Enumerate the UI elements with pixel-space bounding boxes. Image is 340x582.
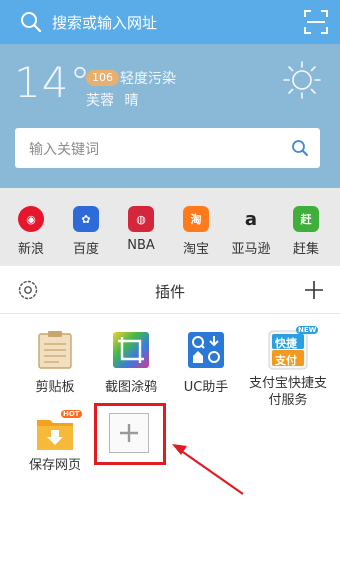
sina-icon: ◉	[18, 206, 44, 232]
plugin-name: 截图涂鸦	[104, 380, 157, 395]
new-badge: NEW	[296, 326, 319, 334]
plugin-name: UC助手	[183, 380, 229, 395]
search-icon[interactable]	[291, 139, 309, 157]
hot-badge: HOT	[61, 410, 82, 418]
site-nba[interactable]: ◍ NBA	[117, 206, 165, 253]
amazon-icon: a	[244, 208, 258, 230]
site-ganji[interactable]: 赶 赶集	[282, 206, 330, 257]
keyword-placeholder: 输入关键词	[29, 142, 99, 158]
plugin-screenshot[interactable]: 截图涂鸦	[88, 330, 174, 396]
alipay-icon-text: 快捷	[275, 337, 297, 350]
plugin-name: 保存网页	[28, 458, 81, 473]
clipboard-icon	[38, 331, 72, 369]
city-weather: 芙蓉 晴	[86, 90, 138, 110]
ganji-icon: 赶	[293, 206, 319, 232]
plugins-panel-header: 插件	[0, 266, 340, 314]
plugin-clipboard[interactable]: 剪贴板	[12, 330, 98, 396]
top-search-bar[interactable]: 搜索或输入网址	[0, 0, 340, 44]
baidu-icon: ✿	[73, 206, 99, 232]
plugin-uc-helper[interactable]: UC助手	[163, 330, 249, 396]
site-taobao[interactable]: 淘 淘宝	[172, 206, 220, 257]
plus-icon[interactable]	[302, 278, 326, 302]
site-label: NBA	[127, 238, 155, 253]
uc-helper-icon	[188, 332, 224, 368]
search-placeholder: 搜索或输入网址	[52, 14, 158, 32]
weather-card[interactable]: 14° 106 轻度污染 芙蓉 晴 输入关键词	[0, 44, 340, 188]
search-icon	[21, 12, 42, 33]
site-label: 淘宝	[182, 242, 209, 257]
site-amazon[interactable]: a 亚马逊	[227, 206, 275, 258]
site-baidu[interactable]: ✿ 百度	[62, 206, 110, 257]
site-label: 赶集	[292, 242, 319, 257]
aqi-badge: 106	[86, 70, 119, 86]
keyword-search-input[interactable]: 输入关键词	[15, 128, 320, 168]
highlight-box	[94, 403, 166, 465]
alipay-icon-text-2: 支付	[275, 354, 297, 367]
aqi-label: 轻度污染	[120, 71, 176, 87]
weather-condition: 晴	[124, 93, 139, 109]
plugin-save-page[interactable]: HOT 保存网页	[12, 410, 98, 474]
temperature: 14°	[14, 58, 92, 107]
site-label: 亚马逊	[231, 242, 271, 257]
panel-title: 插件	[154, 283, 185, 301]
screenshot-icon	[113, 332, 149, 368]
quick-sites: ◉ 新浪 ✿ 百度 ◍ NBA 淘 淘宝 a 亚马逊 赶 赶集	[0, 188, 340, 266]
site-sina[interactable]: ◉ 新浪	[7, 206, 55, 257]
site-label: 新浪	[17, 242, 44, 257]
save-page-icon	[37, 420, 73, 450]
plugin-name: 支付宝快捷支付服务	[248, 376, 327, 408]
nba-icon: ◍	[128, 206, 154, 232]
site-label: 百度	[72, 242, 99, 257]
taobao-icon: 淘	[183, 206, 209, 232]
scan-icon[interactable]	[303, 9, 329, 35]
plugin-name: 剪贴板	[35, 380, 75, 395]
sun-icon	[283, 61, 321, 99]
city-name: 芙蓉	[86, 93, 114, 109]
plugin-alipay[interactable]: 快捷 支付 NEW 支付宝快捷支付服务	[240, 326, 336, 409]
